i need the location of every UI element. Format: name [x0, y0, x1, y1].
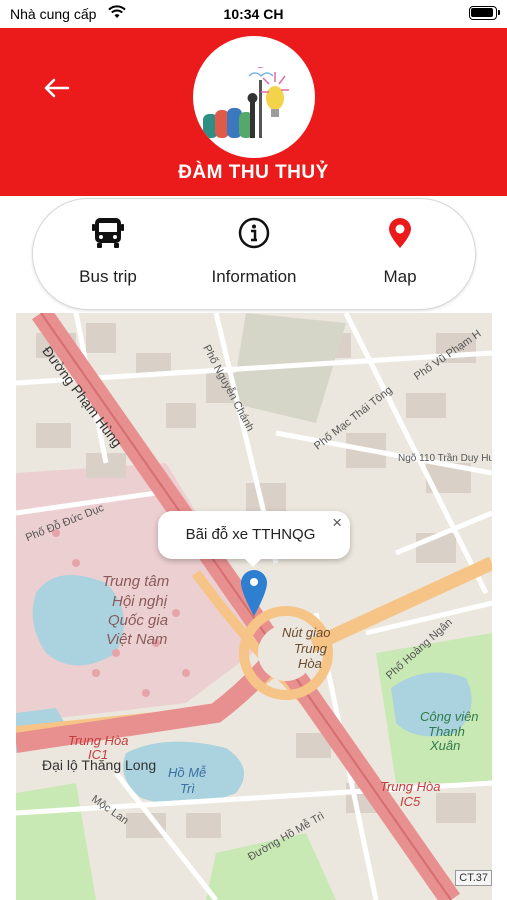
map-label-viet-nam: Việt Nam	[106, 631, 168, 648]
map-view[interactable]: Đường Phạm Hùng Trung tâm Hội nghị Quốc …	[16, 313, 492, 900]
map-label-trung: Trung	[294, 641, 327, 656]
info-icon	[189, 213, 319, 253]
tab-bar: Bus trip Information Map	[32, 198, 476, 310]
back-arrow-icon[interactable]	[40, 76, 76, 100]
map-label-trung-hoa-ic1: Trung Hòa	[68, 733, 129, 748]
map-label-cong-vien: Công viên	[420, 709, 479, 724]
map-label-hoa: Hòa	[298, 656, 322, 671]
popup-tail	[244, 558, 262, 567]
map-info-popup[interactable]: Bãi đỗ xe TTHNQG ×	[158, 511, 350, 567]
profile-header: ~ ĐÀM THU THUỶ	[0, 28, 507, 196]
map-label-trung-tam: Trung tâm	[102, 573, 170, 590]
clock: 10:34 CH	[223, 6, 284, 22]
map-label-tri: Trì	[180, 781, 195, 796]
map-label-ct37: CT.37	[455, 870, 492, 886]
bus-icon	[43, 213, 173, 253]
map-label-nut-giao: Nút giao	[282, 625, 331, 640]
map-marker-icon[interactable]	[240, 569, 268, 617]
tab-map[interactable]: Map	[335, 213, 465, 297]
map-label-ho-me: Hồ Mễ	[168, 765, 207, 780]
battery-icon	[469, 6, 500, 20]
map-label-quoc-gia: Quốc gia	[108, 612, 169, 629]
map-label-trung-hoa-ic5: Trung Hòa	[380, 779, 441, 794]
tab-information[interactable]: Information	[189, 213, 319, 297]
map-label-thanh: Thanh	[428, 724, 465, 739]
tab-bus-trip-label: Bus trip	[79, 267, 137, 286]
profile-name: ĐÀM THU THUỶ	[178, 162, 329, 183]
map-label-hoi-nghi: Hội nghị	[112, 593, 168, 610]
avatar: ~	[193, 36, 315, 158]
map-label-ic5: IC5	[400, 794, 421, 809]
close-icon[interactable]: ×	[332, 513, 342, 533]
map-label-xuan: Xuân	[430, 738, 461, 753]
popup-text: Bãi đỗ xe TTHNQG	[185, 526, 316, 543]
tab-bus-trip[interactable]: Bus trip	[43, 213, 173, 297]
map-label-dai-lo: Đại lộ Thăng Long	[42, 757, 157, 773]
tab-map-label: Map	[383, 267, 417, 286]
svg-text:~: ~	[257, 63, 264, 72]
tab-information-label: Information	[211, 267, 297, 286]
status-bar: Nhà cung cấp 10:34 CH	[0, 0, 507, 28]
map-pin-icon	[335, 213, 465, 253]
map-label-ngo-110: Ngõ 110 Trần Duy Hư	[398, 453, 492, 464]
